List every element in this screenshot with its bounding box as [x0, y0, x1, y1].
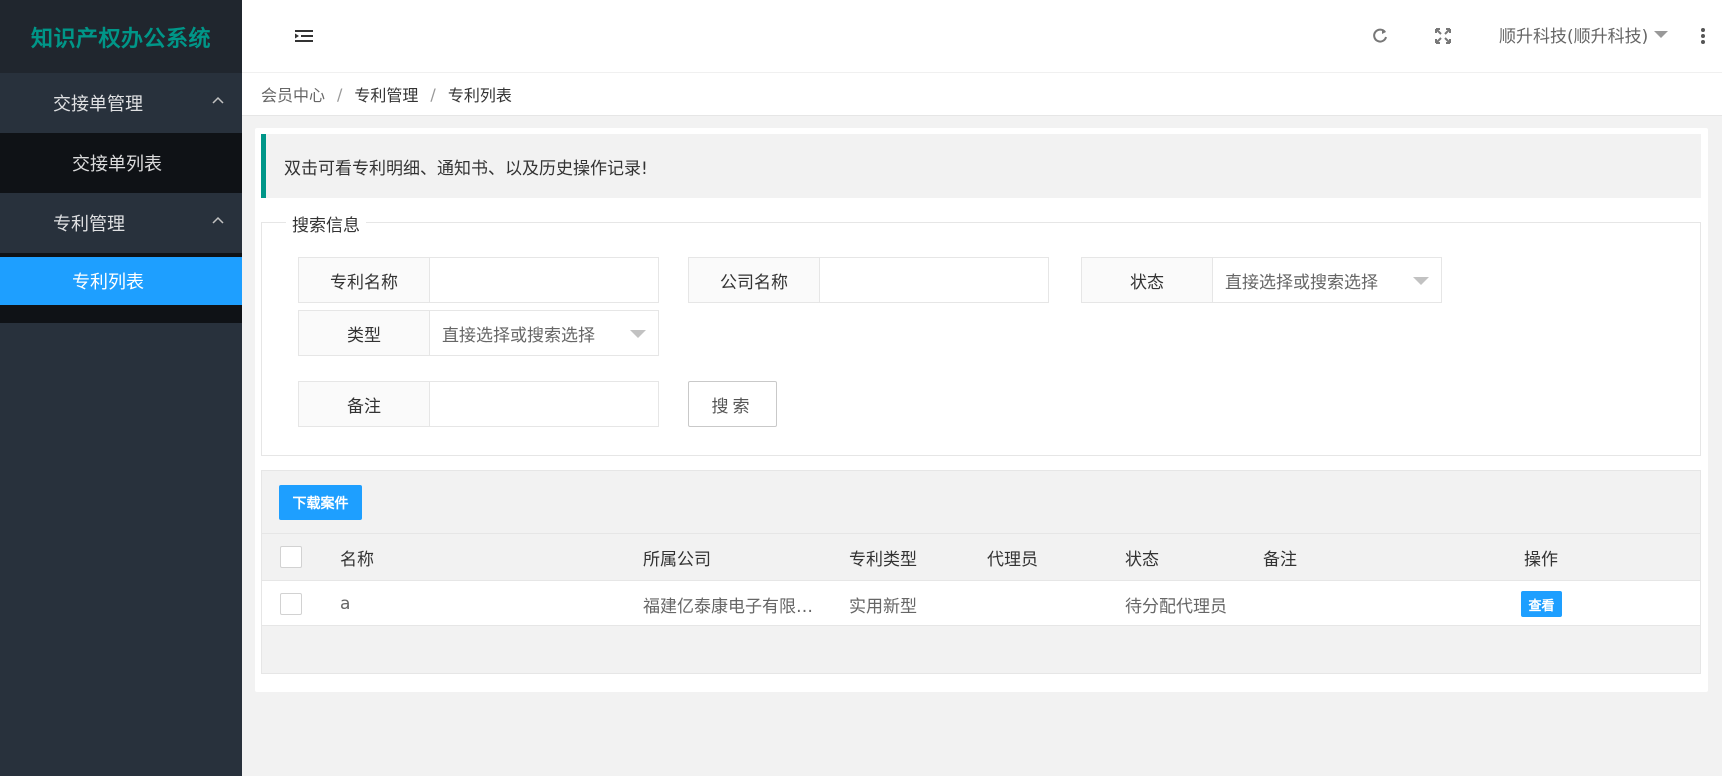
sidebar-item-handover-list[interactable]: 交接单列表 — [0, 133, 242, 193]
remark-group: 备注 — [298, 381, 659, 427]
tip-banner: 双击可看专利明细、通知书、以及历史操作记录! — [261, 134, 1701, 198]
column-header: 所属公司 — [643, 549, 711, 570]
top-header: 顺升科技(顺升科技) — [242, 0, 1722, 73]
company-name-label: 公司名称 — [688, 257, 820, 303]
app-logo: 知识产权办公系统 — [0, 0, 242, 73]
view-button[interactable]: 查看 — [1521, 591, 1562, 617]
type-group: 类型 直接选择或搜索选择 — [298, 310, 659, 356]
nav-group-label: 交接单管理 — [53, 94, 143, 115]
breadcrumb-separator: / — [430, 84, 436, 104]
sidebar: 知识产权办公系统 交接单管理 交接单列表 专利管理 专利列表 — [0, 0, 242, 776]
patent-name-group: 专利名称 — [298, 257, 659, 303]
status-label: 状态 — [1081, 257, 1213, 303]
column-header: 状态 — [1125, 549, 1159, 570]
breadcrumb-item: 专利列表 — [447, 86, 512, 105]
column-header: 专利类型 — [849, 549, 917, 570]
refresh-icon[interactable] — [1368, 24, 1392, 48]
column-header: 操作 — [1524, 549, 1558, 570]
menu-collapse-icon[interactable] — [292, 24, 316, 48]
type-select-value: 直接选择或搜索选择 — [442, 325, 595, 346]
status-select[interactable]: 直接选择或搜索选择 — [1213, 257, 1442, 303]
table-row[interactable]: a 福建亿泰康电子有限… 实用新型 待分配代理员 查看 — [262, 580, 1700, 626]
cell-status: 待分配代理员 — [1125, 596, 1227, 617]
chevron-up-icon — [212, 216, 224, 224]
sidebar-item-patent-list[interactable]: 专利列表 — [0, 257, 242, 305]
company-name-input[interactable] — [820, 257, 1049, 303]
dropdown-arrow-icon — [630, 330, 646, 338]
chevron-up-icon — [212, 96, 224, 104]
fullscreen-icon[interactable] — [1431, 24, 1455, 48]
search-legend: 搜索信息 — [286, 211, 366, 236]
patent-name-input[interactable] — [430, 257, 659, 303]
sidebar-item-label: 专利列表 — [72, 272, 144, 293]
cell-type: 实用新型 — [849, 596, 917, 617]
remark-input[interactable] — [430, 381, 659, 427]
column-header: 名称 — [340, 549, 374, 570]
breadcrumb-separator: / — [337, 84, 343, 104]
breadcrumb-item[interactable]: 专利管理 — [354, 82, 418, 106]
caret-down-icon — [1654, 31, 1669, 38]
cell-name: a — [340, 594, 351, 614]
breadcrumb-item[interactable]: 会员中心 — [261, 82, 325, 106]
row-checkbox[interactable] — [280, 593, 302, 615]
table-header: 名称 所属公司 专利类型 代理员 状态 备注 操作 — [262, 533, 1700, 579]
sidebar-subitems: 专利列表 — [0, 253, 242, 323]
more-vertical-icon[interactable] — [1691, 24, 1715, 48]
status-select-value: 直接选择或搜索选择 — [1225, 272, 1378, 293]
nav-group-patent[interactable]: 专利管理 — [0, 193, 242, 253]
breadcrumb: 会员中心 / 专利管理 / 专利列表 — [242, 73, 1722, 116]
nav-group-label: 专利管理 — [53, 214, 125, 235]
type-label: 类型 — [298, 310, 430, 356]
cell-company: 福建亿泰康电子有限… — [643, 596, 813, 617]
sidebar-item-label: 交接单列表 — [72, 154, 162, 175]
column-header: 备注 — [1263, 549, 1297, 570]
company-name-group: 公司名称 — [688, 257, 1049, 303]
column-header: 代理员 — [987, 549, 1038, 570]
user-name: 顺升科技(顺升科技) — [1499, 27, 1649, 47]
dropdown-arrow-icon — [1413, 277, 1429, 285]
select-all-checkbox[interactable] — [280, 546, 302, 568]
search-button[interactable]: 搜索 — [688, 381, 777, 427]
nav-group-handover[interactable]: 交接单管理 — [0, 73, 242, 133]
type-select[interactable]: 直接选择或搜索选择 — [430, 310, 659, 356]
status-group: 状态 直接选择或搜索选择 — [1081, 257, 1442, 303]
download-cases-button[interactable]: 下载案件 — [279, 485, 362, 520]
remark-label: 备注 — [298, 381, 430, 427]
user-menu[interactable]: 顺升科技(顺升科技) — [1499, 22, 1669, 47]
main-card: 双击可看专利明细、通知书、以及历史操作记录! 搜索信息 专利名称 公司名称 状态… — [255, 128, 1708, 692]
table-container: 下载案件 名称 所属公司 专利类型 代理员 状态 备注 操作 a 福建亿泰康电子… — [261, 470, 1701, 674]
patent-name-label: 专利名称 — [298, 257, 430, 303]
